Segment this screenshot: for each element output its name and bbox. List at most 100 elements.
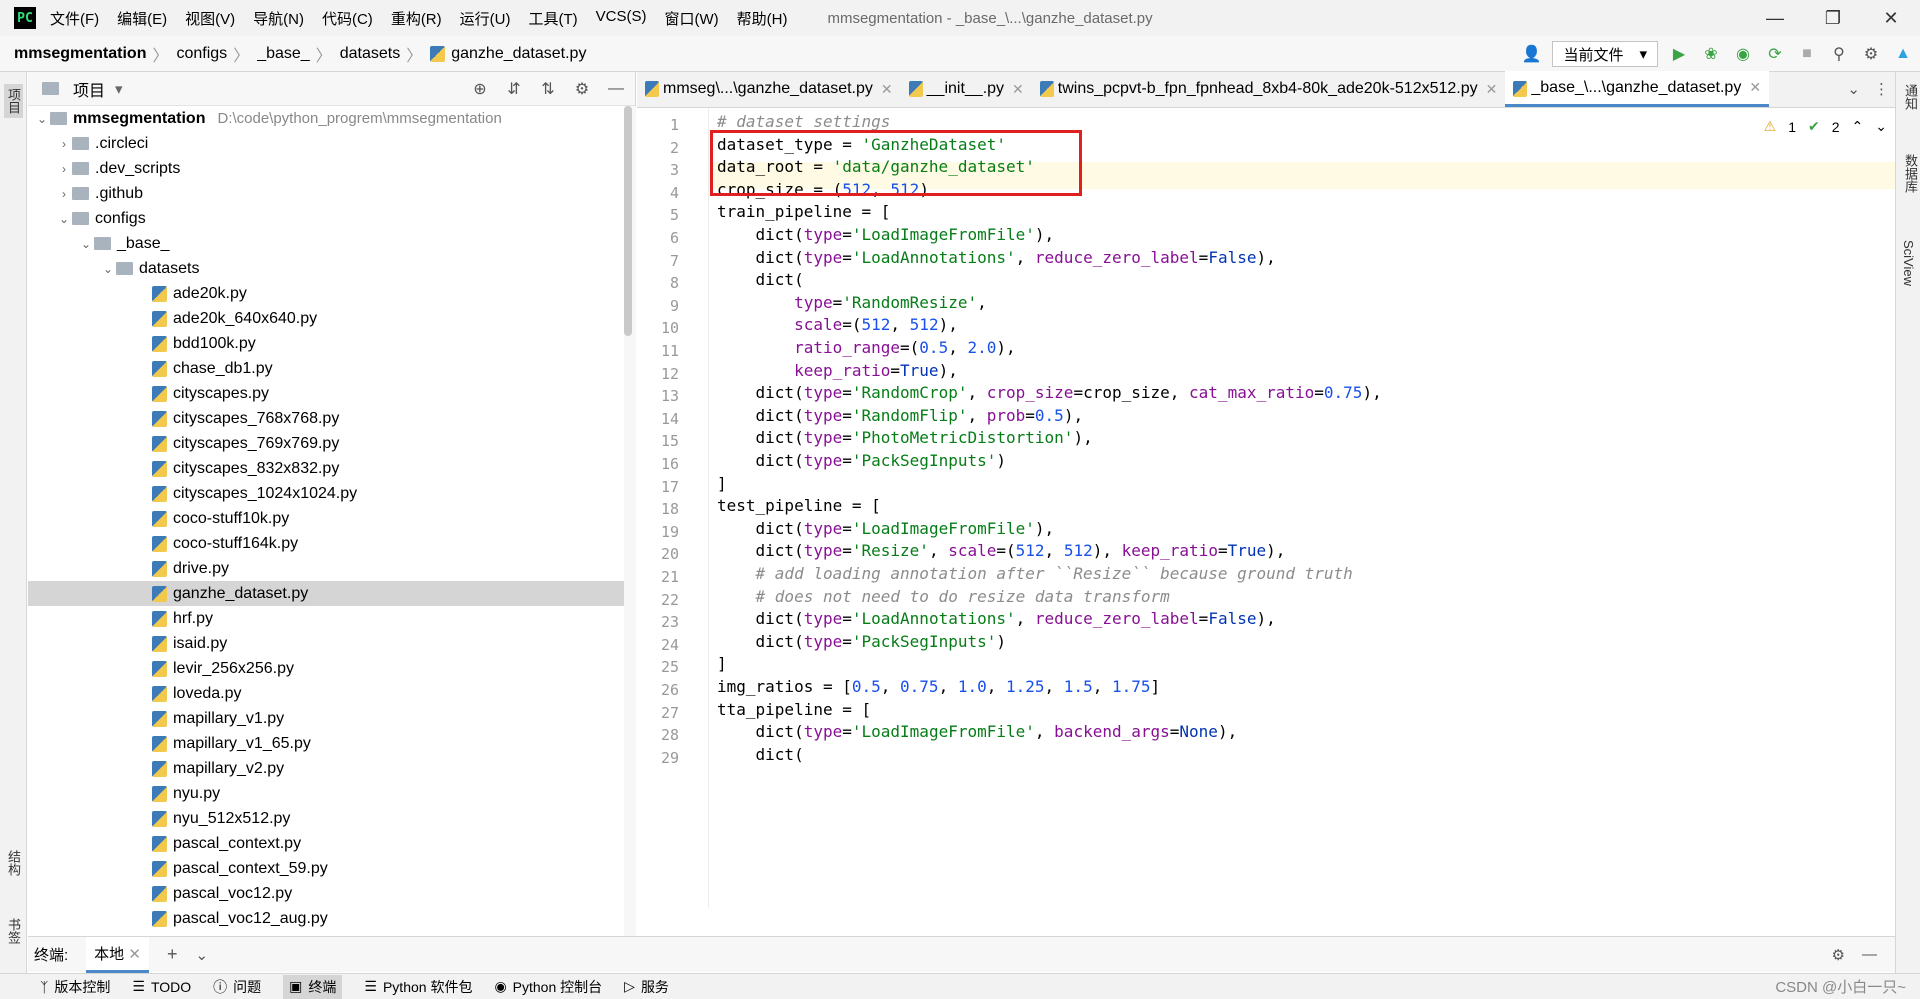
tree-file[interactable]: pascal_context.py: [28, 831, 636, 856]
menu-view[interactable]: 视图(V): [185, 8, 235, 29]
profile-icon[interactable]: ⟳: [1764, 43, 1786, 65]
chevron-right-icon[interactable]: ›: [56, 137, 72, 151]
code-editor[interactable]: 1 2 3 4 5 6 7 8 9 10 11 12 13 14 15 16 17 18 19 20 21 22 23 24 2…: [637, 108, 1895, 908]
breadcrumb-configs[interactable]: configs: [176, 45, 227, 63]
tree-file[interactable]: isaid.py: [28, 631, 636, 656]
menu-code[interactable]: 代码(C): [322, 8, 373, 29]
breadcrumb-file[interactable]: ganzhe_dataset.py: [451, 45, 586, 63]
gear-icon[interactable]: ⚙: [1832, 946, 1845, 964]
tree-file[interactable]: coco-stuff10k.py: [28, 506, 636, 531]
hide-icon[interactable]: —: [605, 78, 627, 100]
inspection-widget[interactable]: ⚠ 1 ✔ 2 ⌃ ⌄: [1764, 118, 1887, 135]
run-icon[interactable]: ▶: [1668, 43, 1690, 65]
menu-vcs[interactable]: VCS(S): [596, 8, 647, 29]
menu-run[interactable]: 运行(U): [460, 8, 511, 29]
close-icon[interactable]: ✕: [1749, 79, 1761, 96]
menu-edit[interactable]: 编辑(E): [117, 8, 167, 29]
chevron-down-icon[interactable]: ⌄: [1847, 80, 1860, 98]
tree-file[interactable]: pascal_voc12_aug.py: [28, 906, 636, 931]
close-icon[interactable]: ✕: [1486, 81, 1498, 98]
tree-file[interactable]: mapillary_v1.py: [28, 706, 636, 731]
tree-file[interactable]: drive.py: [28, 556, 636, 581]
tree-file[interactable]: ganzhe_dataset.py: [28, 581, 636, 606]
tree-file[interactable]: cityscapes.py: [28, 381, 636, 406]
gear-icon[interactable]: ⚙: [571, 78, 593, 100]
terminal-tool-button[interactable]: ▣ 终端: [283, 974, 343, 999]
tab-init[interactable]: __init__.py ✕: [901, 71, 1032, 107]
tree-file[interactable]: cityscapes_769x769.py: [28, 431, 636, 456]
tree-file[interactable]: cityscapes_768x768.py: [28, 406, 636, 431]
close-icon[interactable]: ✕: [1862, 0, 1920, 36]
terminal-tab-local[interactable]: 本地 ✕: [86, 936, 149, 973]
breadcrumb-datasets[interactable]: datasets: [340, 45, 400, 63]
code-line[interactable]: dict(type='PackSegInputs'): [717, 447, 1006, 474]
minimize-icon[interactable]: —: [1746, 0, 1804, 36]
project-panel-title[interactable]: 项目: [73, 77, 105, 101]
breadcrumb-base[interactable]: _base_: [257, 45, 310, 63]
tree-file[interactable]: nyu.py: [28, 781, 636, 806]
notifications-tool-tab[interactable]: 通知: [1901, 84, 1920, 110]
close-icon[interactable]: ✕: [881, 81, 893, 98]
tab-twins-config[interactable]: twins_pcpvt-b_fpn_fpnhead_8xb4-80k_ade20…: [1032, 71, 1506, 107]
code-line[interactable]: dict(: [717, 741, 804, 768]
tree-folder-dev-scripts[interactable]: › .dev_scripts: [28, 156, 636, 181]
chevron-right-icon[interactable]: ›: [56, 162, 72, 176]
tree-file[interactable]: loveda.py: [28, 681, 636, 706]
menu-navigate[interactable]: 导航(N): [253, 8, 304, 29]
project-scrollbar[interactable]: [624, 106, 632, 336]
menu-window[interactable]: 窗口(W): [664, 8, 718, 29]
database-tool-tab[interactable]: 数据库: [1901, 154, 1920, 193]
locate-icon[interactable]: ⊕: [469, 78, 491, 100]
debug-icon[interactable]: ❀: [1700, 43, 1722, 65]
menu-help[interactable]: 帮助(H): [737, 8, 788, 29]
tree-file[interactable]: hrf.py: [28, 606, 636, 631]
chevron-down-icon[interactable]: ⌄: [78, 237, 94, 251]
chevron-up-icon[interactable]: ⌃: [1852, 118, 1864, 135]
sciview-tool-tab[interactable]: SciView: [1901, 240, 1916, 286]
tree-file[interactable]: levir_256x256.py: [28, 656, 636, 681]
gear-icon[interactable]: ⚙: [1860, 43, 1882, 65]
chevron-down-icon[interactable]: ▾: [115, 80, 123, 98]
restore-icon[interactable]: ❐: [1804, 0, 1862, 36]
chevron-down-icon[interactable]: ⌄: [1875, 118, 1887, 135]
search-icon[interactable]: ⚲: [1828, 43, 1850, 65]
jetbrains-icon[interactable]: ▲: [1892, 43, 1914, 65]
expand-all-icon[interactable]: ⇵: [503, 78, 525, 100]
chevron-down-icon[interactable]: ⌄: [34, 112, 50, 126]
tree-file[interactable]: cityscapes_1024x1024.py: [28, 481, 636, 506]
user-icon[interactable]: 👤: [1520, 43, 1542, 65]
problems-tool-button[interactable]: ⓘ 问题: [213, 977, 261, 997]
todo-tool-button[interactable]: ☰ TODO: [132, 978, 191, 995]
chevron-down-icon[interactable]: ⌄: [56, 212, 72, 226]
menu-tools[interactable]: 工具(T): [528, 8, 577, 29]
project-tool-tab[interactable]: 项目: [4, 84, 23, 118]
tree-file[interactable]: ade20k.py: [28, 281, 636, 306]
tab-mmseg-ganzhe-dataset[interactable]: mmseg\...\ganzhe_dataset.py ✕: [637, 71, 901, 107]
tree-file[interactable]: coco-stuff164k.py: [28, 531, 636, 556]
tree-file[interactable]: nyu_512x512.py: [28, 806, 636, 831]
python-console-tool-button[interactable]: ◉ Python 控制台: [494, 977, 602, 997]
tree-folder-circleci[interactable]: › .circleci: [28, 131, 636, 156]
run-config-select[interactable]: 当前文件 ▾: [1552, 41, 1658, 67]
tree-file[interactable]: pascal_context_59.py: [28, 856, 636, 881]
add-icon[interactable]: +: [167, 944, 178, 965]
chevron-down-icon[interactable]: ⌄: [195, 946, 208, 964]
tree-folder-configs[interactable]: ⌄ configs: [28, 206, 636, 231]
vcs-tool-button[interactable]: ᛉ 版本控制: [40, 977, 110, 997]
stop-icon[interactable]: ■: [1796, 43, 1818, 65]
tree-file[interactable]: mapillary_v2.py: [28, 756, 636, 781]
bookmarks-tool-tab[interactable]: 书签: [4, 918, 23, 944]
tab-base-ganzhe-dataset[interactable]: _base_\...\ganzhe_dataset.py ✕: [1505, 71, 1770, 107]
breadcrumb-project[interactable]: mmsegmentation: [14, 45, 146, 63]
tree-file[interactable]: ade20k_640x640.py: [28, 306, 636, 331]
structure-tool-tab[interactable]: 结构: [4, 850, 23, 876]
tree-file[interactable]: bdd100k.py: [28, 331, 636, 356]
tree-root[interactable]: ⌄ mmsegmentation D:\code\python_progrem\…: [28, 106, 636, 131]
collapse-all-icon[interactable]: ⇅: [537, 78, 559, 100]
code-line[interactable]: dict(type='PackSegInputs'): [717, 628, 1006, 655]
python-packages-tool-button[interactable]: ☰ Python 软件包: [364, 977, 472, 997]
tree-file[interactable]: pascal_voc12.py: [28, 881, 636, 906]
tree-file[interactable]: cityscapes_832x832.py: [28, 456, 636, 481]
tree-file[interactable]: chase_db1.py: [28, 356, 636, 381]
hide-icon[interactable]: —: [1862, 946, 1877, 963]
